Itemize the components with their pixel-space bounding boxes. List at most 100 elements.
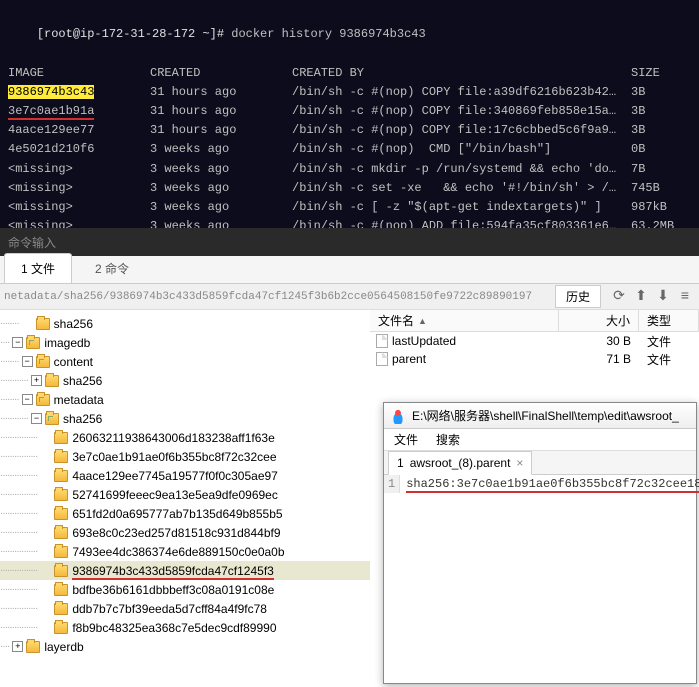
tree-node[interactable]: ················26063211938643006d183238… [0, 428, 370, 447]
tab-commands[interactable]: 2 命令 [78, 253, 146, 283]
terminal-row: <missing>3 weeks ago/bin/sh -c set -xe &… [8, 179, 691, 198]
editor-content[interactable]: 1 sha256:3e7c0ae1b91ae0f6b355bc8f72c32ce… [384, 475, 696, 493]
tree-node[interactable]: ················693e8c0c23ed257d81518c93… [0, 523, 370, 542]
tree-label: f8b9bc48325ea368c7e5dec9cdf89990 [72, 621, 276, 635]
tree-node[interactable]: ················7493ee4dc386374e6de88915… [0, 542, 370, 561]
tree-label: 693e8c0c23ed257d81518c931d844bf9 [72, 526, 280, 540]
command-input-placeholder: 命令输入 [8, 234, 56, 251]
th-created: CREATED [150, 64, 292, 83]
file-row[interactable]: parent71 B文件 [370, 350, 699, 368]
tree-node[interactable]: ················bdfbe36b6161dbbbeff3c08a… [0, 580, 370, 599]
command-input-bar[interactable]: 命令输入 [0, 228, 699, 256]
java-icon [390, 408, 406, 424]
th-image: IMAGE [8, 64, 150, 83]
terminal-row: <missing>3 weeks ago/bin/sh -c #(nop) AD… [8, 217, 691, 228]
editor-menu: 文件 搜索 [384, 429, 696, 451]
close-icon[interactable]: × [516, 456, 523, 470]
terminal-output: [root@ip-172-31-28-172 ~]# docker histor… [0, 0, 699, 228]
terminal-row: 4e5021d210f63 weeks ago/bin/sh -c #(nop)… [8, 140, 691, 159]
menu-file[interactable]: 文件 [394, 431, 418, 448]
tree-expando[interactable]: − [12, 337, 23, 348]
tree-node[interactable]: ········−content [0, 352, 370, 371]
tree-label: imagedb [44, 336, 90, 350]
folder-icon [54, 546, 68, 558]
code-line: sha256:3e7c0ae1b91ae0f6b355bc8f72c32cee1… [406, 477, 699, 493]
tree-label: bdfbe36b6161dbbbeff3c08a0191c08e [72, 583, 274, 597]
file-list-header: 文件名 ▲ 大小 类型 [370, 310, 699, 332]
folder-icon [54, 489, 68, 501]
tree-label: 7493ee4dc386374e6de889150c0e0a0b [72, 545, 284, 559]
tree-label: 3e7c0ae1b91ae0f6b355bc8f72c32cee [72, 450, 276, 464]
terminal-row: 4aace129ee7731 hours ago/bin/sh -c #(nop… [8, 121, 691, 140]
folder-icon [54, 470, 68, 482]
folder-icon [36, 394, 50, 406]
gutter: 1 [384, 475, 400, 493]
editor-titlebar[interactable]: E:\网络\服务器\shell\FinalShell\temp\edit\aws… [384, 403, 696, 429]
tree-label: sha256 [63, 412, 102, 426]
th-size: SIZE [631, 64, 691, 83]
folder-icon [54, 565, 68, 577]
tree-label: sha256 [54, 317, 93, 331]
tree-node[interactable]: ················3e7c0ae1b91ae0f6b355bc8f… [0, 447, 370, 466]
tree-node[interactable]: ················4aace129ee7745a19577f0f0… [0, 466, 370, 485]
folder-icon [26, 641, 40, 653]
folder-icon [54, 622, 68, 634]
menu-icon[interactable]: ≡ [677, 289, 693, 305]
path-text[interactable]: netadata/sha256/9386974b3c433d5859fcda47… [0, 291, 551, 303]
terminal-row: <missing>3 weeks ago/bin/sh -c mkdir -p … [8, 160, 691, 179]
terminal-row: <missing>3 weeks ago/bin/sh -c [ -z "$(a… [8, 198, 691, 217]
tree-node[interactable]: ····−imagedb [0, 333, 370, 352]
tree-node[interactable]: ················52741699feeec9ea13e5ea9d… [0, 485, 370, 504]
tree-label: layerdb [44, 640, 83, 654]
history-button[interactable]: 历史 [555, 285, 601, 308]
tree-label: ddb7b7c7bf39eeda5d7cff84a4f9fc78 [72, 602, 267, 616]
tree-node[interactable]: ················651fd2d0a695777ab7b135d6… [0, 504, 370, 523]
folder-icon [36, 356, 50, 368]
tree-label: 52741699feeec9ea13e5ea9dfe0969ec [72, 488, 278, 502]
tree-expando[interactable]: + [31, 375, 42, 386]
tree-label: 4aace129ee7745a19577f0f0c305ae97 [72, 469, 278, 483]
tree-label: sha256 [63, 374, 102, 388]
col-type[interactable]: 类型 [639, 310, 699, 331]
tree-label: 26063211938643006d183238aff1f63e [72, 431, 274, 445]
tree-expando[interactable]: − [22, 356, 33, 367]
tree-node[interactable]: ········sha256 [0, 314, 370, 333]
tree-node[interactable]: ····+layerdb [0, 637, 370, 656]
col-name[interactable]: 文件名 ▲ [370, 310, 559, 331]
editor-window[interactable]: E:\网络\服务器\shell\FinalShell\temp\edit\aws… [383, 402, 697, 684]
col-size[interactable]: 大小 [559, 310, 639, 331]
upload-icon[interactable]: ⬆ [633, 289, 649, 305]
file-icon [376, 352, 388, 366]
th-createdby: CREATED BY [292, 64, 631, 83]
file-row[interactable]: lastUpdated30 B文件 [370, 332, 699, 350]
menu-search[interactable]: 搜索 [436, 431, 460, 448]
tree-label: 9386974b3c433d5859fcda47cf1245f3 [72, 564, 274, 578]
folder-icon [45, 375, 59, 387]
tree-expando[interactable]: + [12, 641, 23, 652]
terminal-row: 3e7c0ae1b91a31 hours ago/bin/sh -c #(nop… [8, 102, 691, 121]
folder-icon [54, 451, 68, 463]
download-icon[interactable]: ⬇ [655, 289, 671, 305]
tree-label: metadata [54, 393, 104, 407]
tree-node[interactable]: ············+sha256 [0, 371, 370, 390]
tree-label: content [54, 355, 93, 369]
editor-tab[interactable]: 1 awsroot_(8).parent × [388, 451, 532, 475]
tree-node[interactable]: ········−metadata [0, 390, 370, 409]
tab-bar: 1 文件 2 命令 [0, 256, 699, 284]
folder-icon [54, 584, 68, 596]
refresh-icon[interactable]: ⟳ [611, 289, 627, 305]
tree-node[interactable]: ················f8b9bc48325ea368c7e5dec9… [0, 618, 370, 637]
folder-icon [45, 413, 59, 425]
tree-expando[interactable]: − [22, 394, 33, 405]
folder-icon [54, 508, 68, 520]
tree-node[interactable]: ············−sha256 [0, 409, 370, 428]
tree-node[interactable]: ················9386974b3c433d5859fcda47… [0, 561, 370, 580]
folder-icon [54, 432, 68, 444]
tree-node[interactable]: ················ddb7b7c7bf39eeda5d7cff84… [0, 599, 370, 618]
tree-view[interactable]: ········sha256····−imagedb········−conte… [0, 310, 370, 685]
folder-icon [54, 603, 68, 615]
folder-icon [26, 337, 40, 349]
tab-files[interactable]: 1 文件 [4, 253, 72, 283]
tree-expando[interactable]: − [31, 413, 42, 424]
command: docker history 9386974b3c43 [231, 27, 425, 41]
